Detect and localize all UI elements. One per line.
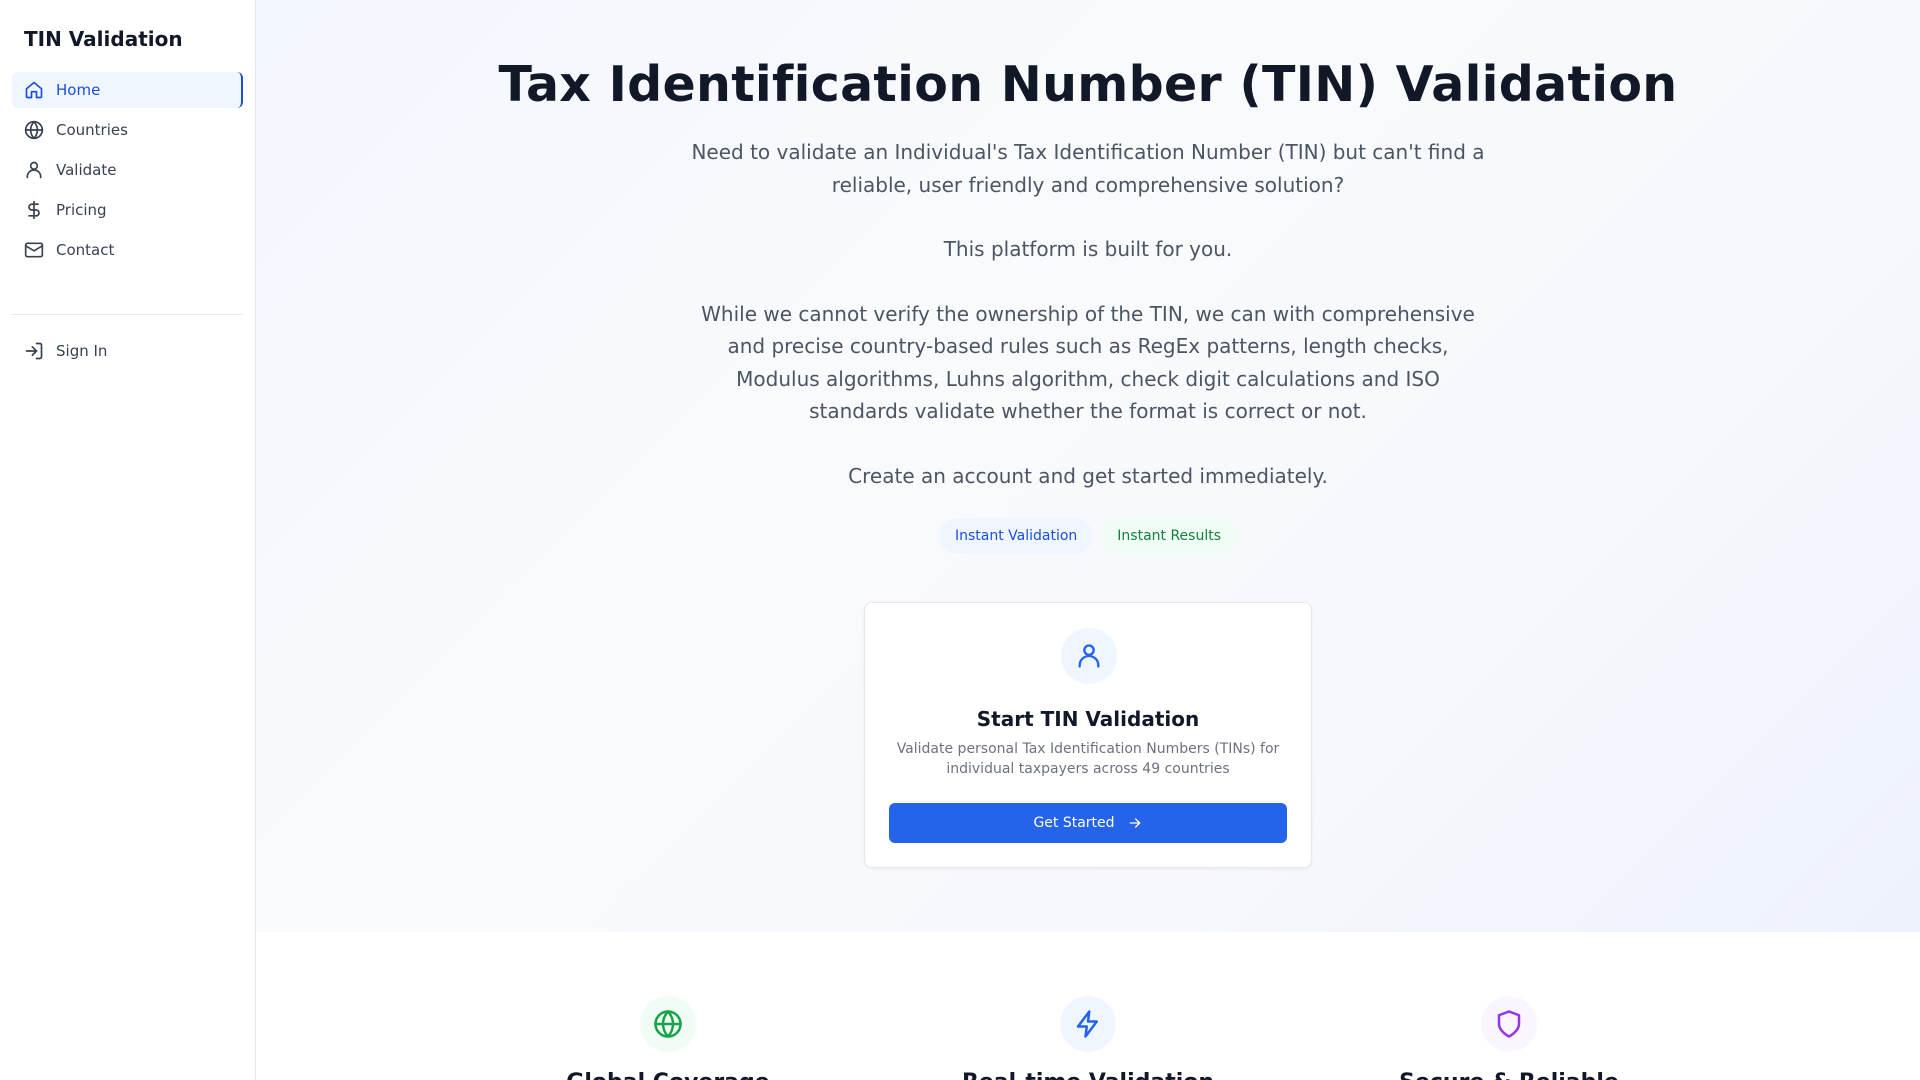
sidebar-item-pricing[interactable]: Pricing xyxy=(12,192,243,228)
sidebar-item-home[interactable]: Home xyxy=(12,72,243,108)
home-icon xyxy=(24,80,44,100)
user-icon xyxy=(1061,628,1117,684)
arrow-right-icon xyxy=(1129,818,1140,828)
page-title: Tax Identification Number (TIN) Validati… xyxy=(498,56,1678,113)
hero-paragraph: While we cannot verify the ownership of … xyxy=(701,301,1475,424)
feature-real-time-validation: Real-time Validation xyxy=(908,996,1268,1080)
sidebar-item-contact[interactable]: Contact xyxy=(12,232,243,268)
zap-icon xyxy=(1060,996,1116,1052)
sign-in-label: Sign In xyxy=(56,342,108,360)
feature-title: Secure & Reliable xyxy=(1329,1070,1689,1080)
globe-icon xyxy=(24,120,44,140)
sign-in-icon xyxy=(24,341,44,361)
hero-paragraph: This platform is built for you. xyxy=(943,237,1233,261)
sidebar-item-label: Pricing xyxy=(56,201,107,219)
shield-icon xyxy=(1481,996,1537,1052)
dollar-icon xyxy=(24,200,44,220)
brand-title: TIN Validation xyxy=(24,27,183,51)
sidebar-item-label: Countries xyxy=(56,121,128,139)
hero-badges: Instant Validation Instant Results xyxy=(256,518,1920,554)
mail-icon xyxy=(24,240,44,260)
get-started-label: Get Started xyxy=(1033,815,1115,831)
sidebar-item-validate[interactable]: Validate xyxy=(12,152,243,188)
feature-title: Global Coverage xyxy=(488,1070,848,1080)
sidebar-nav: Home Countries Validate Pricing Contact xyxy=(12,72,243,268)
hero-paragraph: Create an account and get started immedi… xyxy=(848,463,1328,488)
hero-description: Need to validate an Individual's Tax Ide… xyxy=(686,136,1490,524)
card-title: Start TIN Validation xyxy=(976,707,1200,731)
feature-global-coverage: Global Coverage xyxy=(488,996,848,1080)
features-section: Global Coverage Real-time Validation Sec… xyxy=(256,932,1920,1080)
sidebar: TIN Validation Home Countries Validate P… xyxy=(0,0,256,1080)
sidebar-item-label: Validate xyxy=(56,161,117,179)
hero-section: Tax Identification Number (TIN) Validati… xyxy=(256,0,1920,932)
feature-secure-reliable: Secure & Reliable xyxy=(1329,996,1689,1080)
sidebar-item-label: Contact xyxy=(56,241,115,259)
user-icon xyxy=(24,160,44,180)
hero-paragraph: Need to validate an Individual's Tax Ide… xyxy=(691,140,1485,197)
start-validation-card: Start TIN Validation Validate personal T… xyxy=(864,602,1312,868)
get-started-button[interactable]: Get Started xyxy=(889,803,1287,843)
badge-instant-validation: Instant Validation xyxy=(938,518,1094,554)
sidebar-item-label: Home xyxy=(56,81,101,99)
sidebar-divider xyxy=(12,314,243,315)
badge-instant-results: Instant Results xyxy=(1101,518,1238,554)
feature-title: Real-time Validation xyxy=(908,1070,1268,1080)
main-content: Tax Identification Number (TIN) Validati… xyxy=(256,0,1920,1080)
sign-in-button[interactable]: Sign In xyxy=(12,333,243,369)
globe-icon xyxy=(640,996,696,1052)
card-description: Validate personal Tax Identification Num… xyxy=(896,741,1280,777)
sidebar-item-countries[interactable]: Countries xyxy=(12,112,243,148)
